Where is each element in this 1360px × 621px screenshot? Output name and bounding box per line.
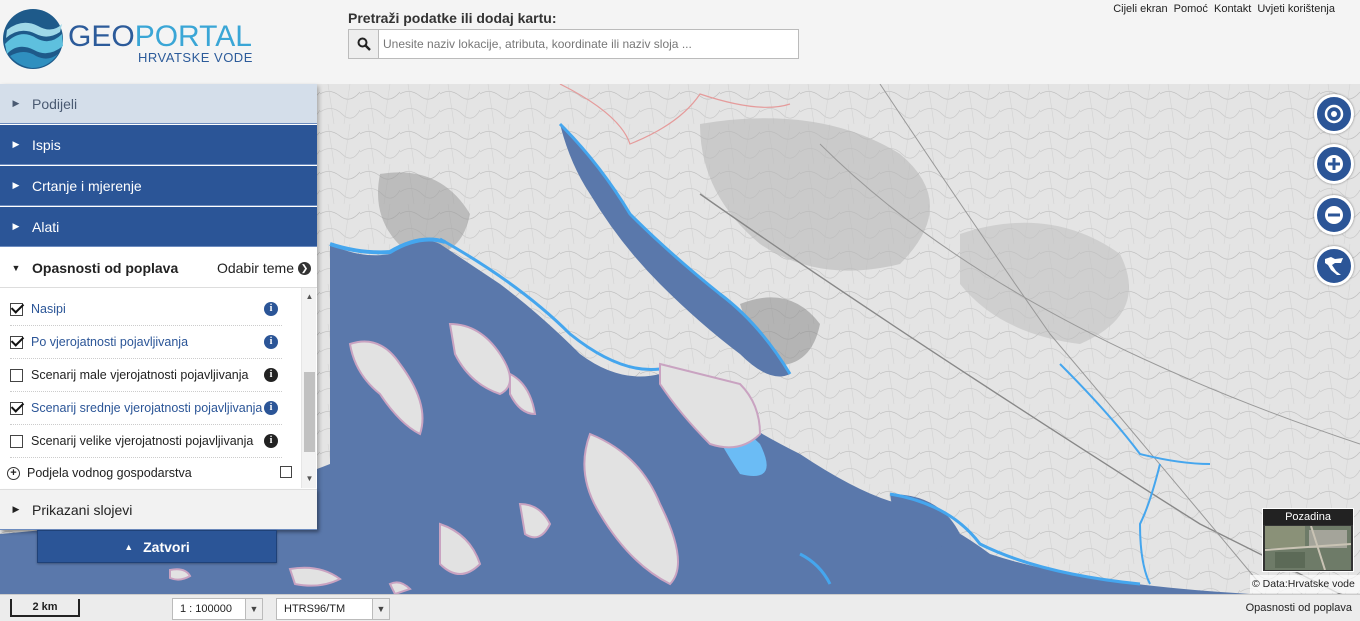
background-switcher-label: Pozadina [1263, 509, 1353, 525]
scroll-thumb[interactable] [304, 372, 315, 452]
layer-label: Nasipi [31, 302, 66, 316]
logo[interactable]: GEOPORTAL HRVATSKE VODE [2, 6, 262, 76]
locate-button[interactable] [1314, 94, 1354, 134]
chevron-down-icon: ▼ [372, 599, 389, 619]
search-label: Pretraži podatke ili dodaj kartu: [348, 10, 557, 26]
status-bar: 2 km 1 : 100000 ▼ HTRS96/TM ▼ Opasnosti … [0, 594, 1360, 621]
layer-checkbox[interactable] [10, 368, 23, 382]
caret-down-icon: ▼ [11, 262, 21, 273]
layer-checkbox[interactable] [10, 335, 23, 349]
logo-subtitle: HRVATSKE VODE [138, 50, 253, 65]
caret-right-icon: ▶ [12, 221, 20, 231]
scale-select[interactable]: 1 : 100000 ▼ [172, 598, 263, 620]
caret-right-icon: ▶ [12, 139, 20, 149]
layer-list-scrollbar[interactable]: ▲ ▼ [301, 288, 316, 488]
active-theme-label: Opasnosti od poplava [1245, 602, 1352, 614]
scroll-up-icon[interactable]: ▲ [302, 290, 317, 304]
caret-right-icon: ▶ [12, 180, 20, 190]
layer-item[interactable]: Scenarij velike vjerojatnosti pojavljiva… [10, 425, 282, 458]
zoom-out-button[interactable] [1314, 195, 1354, 235]
layer-label: Scenarij male vjerojatnosti pojavljivanj… [31, 368, 249, 382]
caret-up-icon: ▲ [124, 541, 134, 552]
fullscreen-link[interactable]: Cijeli ekran [1113, 3, 1167, 15]
layer-label: Po vjerojatnosti pojavljivanja [31, 335, 189, 349]
layer-item[interactable]: Po vjerojatnosti pojavljivanja i [10, 326, 282, 359]
chevron-right-icon: ❯ [298, 261, 311, 275]
chevron-down-icon: ▼ [245, 599, 262, 619]
header: GEOPORTAL HRVATSKE VODE Pretraži podatke… [0, 0, 1360, 84]
scale-bar: 2 km [10, 599, 80, 617]
top-links: Cijeli ekran Pomoć Kontakt Uvjeti korišt… [1110, 3, 1335, 15]
croatia-map-icon [1325, 257, 1343, 275]
info-icon[interactable]: i [264, 434, 278, 448]
accordion-label: Podijeli [32, 95, 78, 112]
close-panel-button[interactable]: ▲ Zatvori [37, 530, 277, 563]
expand-plus-icon[interactable]: + [7, 466, 20, 480]
layer-checkbox[interactable] [10, 302, 23, 316]
logo-title: GEOPORTAL [68, 20, 252, 53]
theme-select-link[interactable]: Odabir teme ❯ [217, 260, 311, 276]
accordion-draw-measure[interactable]: ▶ Crtanje i mjerenje [0, 166, 317, 206]
layer-group-checkbox[interactable] [280, 466, 292, 478]
scroll-down-icon[interactable]: ▼ [302, 472, 317, 486]
minus-icon [1325, 206, 1343, 224]
contact-link[interactable]: Kontakt [1214, 3, 1251, 15]
map-attribution: © Data:Hrvatske vode [1250, 575, 1360, 593]
search-input[interactable] [383, 30, 793, 58]
search-box [348, 29, 799, 59]
info-icon[interactable]: i [264, 335, 278, 349]
background-thumbnail [1265, 526, 1351, 570]
terms-link[interactable]: Uvjeti korištenja [1257, 3, 1335, 15]
search-icon [357, 37, 371, 51]
locate-icon [1324, 104, 1344, 124]
caret-right-icon: ▶ [12, 504, 20, 514]
info-icon[interactable]: i [264, 302, 278, 316]
accordion-label: Alati [32, 218, 60, 235]
layer-checkbox[interactable] [10, 401, 23, 415]
crs-select[interactable]: HTRS96/TM ▼ [276, 598, 390, 620]
accordion-tools[interactable]: ▶ Alati [0, 207, 317, 247]
accordion-share[interactable]: ▶ Podijeli [0, 84, 317, 124]
accordion-print[interactable]: ▶ Ispis [0, 125, 317, 165]
theme-title: Opasnosti od poplava [32, 259, 179, 276]
layer-label: Scenarij srednje vjerojatnosti pojavljiv… [31, 401, 263, 415]
background-switcher[interactable]: Pozadina [1262, 508, 1354, 572]
layer-group-item[interactable]: + Podjela vodnog gospodarstva [0, 460, 300, 486]
accordion-label: Crtanje i mjerenje [32, 177, 142, 194]
full-extent-button[interactable] [1314, 246, 1354, 286]
layer-label: Scenarij velike vjerojatnosti pojavljiva… [31, 434, 254, 448]
accordion-label: Prikazani slojevi [32, 501, 133, 518]
info-icon[interactable]: i [264, 368, 278, 382]
accordion-shown-layers[interactable]: ▶ Prikazani slojevi [0, 489, 317, 530]
layer-checkbox[interactable] [10, 434, 23, 448]
plus-icon [1325, 155, 1343, 173]
help-link[interactable]: Pomoć [1174, 3, 1208, 15]
zoom-in-button[interactable] [1314, 144, 1354, 184]
layer-item[interactable]: Scenarij male vjerojatnosti pojavljivanj… [10, 359, 282, 392]
geoportal-logo-icon [3, 9, 63, 69]
caret-right-icon: ▶ [12, 98, 20, 108]
layer-item[interactable]: Nasipi i [10, 293, 282, 326]
layer-group-label: Podjela vodnog gospodarstva [27, 466, 192, 480]
layer-list: Nasipi i Po vjerojatnosti pojavljivanja … [0, 288, 317, 488]
info-icon[interactable]: i [264, 401, 278, 415]
accordion-flood-hazard[interactable]: ▼ Opasnosti od poplava Odabir teme ❯ [0, 248, 317, 288]
search-button[interactable] [349, 30, 379, 58]
accordion-label: Ispis [32, 136, 61, 153]
layer-item[interactable]: Scenarij srednje vjerojatnosti pojavljiv… [10, 392, 282, 425]
